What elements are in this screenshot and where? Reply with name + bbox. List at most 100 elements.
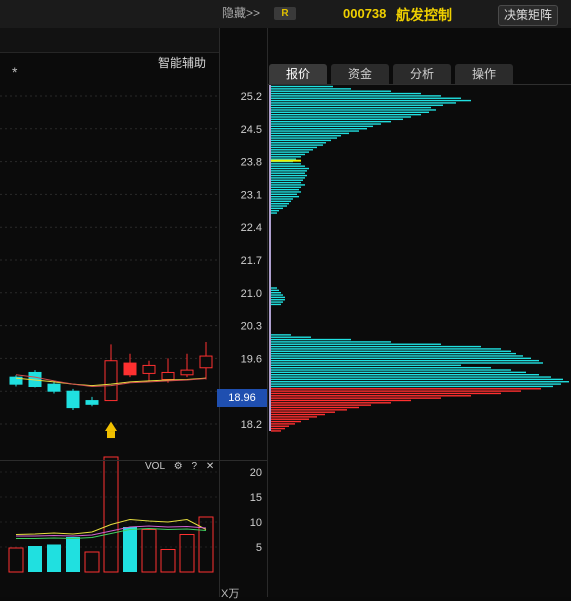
price-tick: 24.5	[241, 124, 262, 136]
help-icon[interactable]: ?	[192, 461, 198, 472]
chip-bar	[271, 116, 411, 118]
chip-bar	[271, 118, 403, 121]
chip-bar	[271, 364, 461, 367]
volume-bar	[141, 529, 157, 573]
chip-bar	[271, 397, 441, 399]
chip-bar	[271, 404, 371, 406]
vol-ma-purple	[16, 525, 207, 537]
chip-bar	[271, 289, 279, 292]
chip-bar	[271, 123, 381, 125]
volume-tick: 10	[250, 517, 262, 529]
chip-bar	[271, 402, 391, 404]
candle-body-filled	[124, 363, 136, 375]
chip-bar	[271, 111, 429, 113]
chip-bar	[271, 338, 351, 341]
chip-bar	[271, 90, 391, 92]
chip-bar	[271, 418, 309, 420]
chip-bar	[271, 88, 351, 90]
price-tick: 21.0	[241, 288, 262, 300]
chip-bar	[271, 345, 481, 348]
volume-bar	[8, 547, 24, 573]
chip-bar	[271, 179, 303, 181]
price-tick: 18.2	[241, 419, 262, 431]
chip-bar	[271, 413, 325, 416]
panel-divider	[0, 460, 267, 461]
tab-quote[interactable]: 报价	[269, 64, 327, 84]
chip-bar	[271, 430, 281, 432]
price-tick: 20.3	[241, 321, 262, 333]
volume-tick: 20	[250, 467, 262, 479]
chip-bar	[271, 193, 297, 195]
buy-signal-icon-base	[107, 431, 115, 439]
chip-bar	[271, 301, 283, 303]
chip-bar	[271, 198, 293, 200]
chip-bar	[271, 170, 307, 172]
chip-bar	[271, 177, 305, 179]
chip-bar	[271, 359, 539, 362]
tab-funds[interactable]: 资金	[331, 64, 389, 84]
chip-bar	[271, 371, 526, 374]
chip-bar	[271, 292, 281, 294]
volume-tick: 15	[250, 492, 262, 504]
chip-bar	[271, 390, 521, 392]
chip-bar	[271, 151, 309, 153]
chip-bar	[271, 95, 441, 97]
volume-bar	[198, 516, 214, 573]
decision-matrix-button[interactable]: 决策矩阵	[498, 5, 558, 26]
chip-bar	[271, 207, 283, 210]
chip-bar	[271, 399, 411, 402]
chip-bar	[271, 411, 335, 413]
volume-tick: 5	[256, 542, 262, 554]
chip-bar	[271, 113, 421, 116]
current-price-tag: 18.96	[217, 389, 267, 407]
candle-body	[85, 400, 99, 405]
chip-bar	[271, 191, 301, 193]
chip-bar	[271, 378, 563, 381]
chip-bar	[271, 334, 291, 336]
candle-body	[142, 364, 156, 374]
chip-bar	[271, 369, 511, 371]
price-tick: 23.1	[241, 189, 262, 201]
chip-bar	[271, 125, 373, 128]
candle-body	[199, 355, 213, 369]
chip-bar	[271, 366, 491, 369]
chip-bar	[271, 299, 285, 301]
chip-bar	[271, 303, 281, 306]
volume-toolbar: VOL ⚙ ? ✕	[145, 461, 220, 477]
chip-bar	[271, 139, 331, 142]
chip-bar	[271, 352, 516, 355]
kline-chart[interactable]: 25.2 24.5 23.8 23.1 22.4 21.7 21.0 20.3 19.6 18.2…	[0, 28, 267, 597]
chip-bar	[271, 181, 301, 184]
chip-bar	[271, 102, 456, 104]
buy-signal-icon	[105, 421, 117, 432]
chip-bar	[271, 420, 301, 423]
chip-bar	[271, 409, 347, 411]
chip-bar	[271, 144, 323, 146]
volume-bar	[66, 537, 80, 572]
tab-operation[interactable]: 操作	[455, 64, 513, 84]
chip-bar	[271, 406, 359, 409]
volume-unit-label: X万	[221, 588, 240, 600]
gear-icon[interactable]: ⚙	[174, 461, 183, 472]
volume-bar	[47, 544, 61, 572]
chip-bar	[271, 195, 299, 198]
close-icon[interactable]: ✕	[206, 461, 214, 472]
chip-bar	[271, 200, 291, 203]
hide-panel-link[interactable]: 隐藏>>	[222, 4, 260, 21]
chip-bar	[271, 172, 305, 174]
chip-bar	[271, 357, 531, 359]
chip-bar	[271, 395, 471, 397]
tab-analysis[interactable]: 分析	[393, 64, 451, 84]
stock-name: 航发控制	[396, 7, 452, 23]
chip-bar	[271, 99, 471, 102]
stock-code: 000738	[343, 6, 387, 21]
chip-bar	[271, 188, 299, 191]
candle-body	[180, 369, 194, 376]
chip-panel	[268, 28, 571, 597]
candle-body	[104, 360, 118, 402]
chip-bar	[271, 142, 326, 144]
chip-bar	[271, 350, 511, 352]
chip-bar	[271, 348, 501, 350]
volume-bar	[103, 456, 119, 573]
chip-bar	[271, 158, 296, 160]
